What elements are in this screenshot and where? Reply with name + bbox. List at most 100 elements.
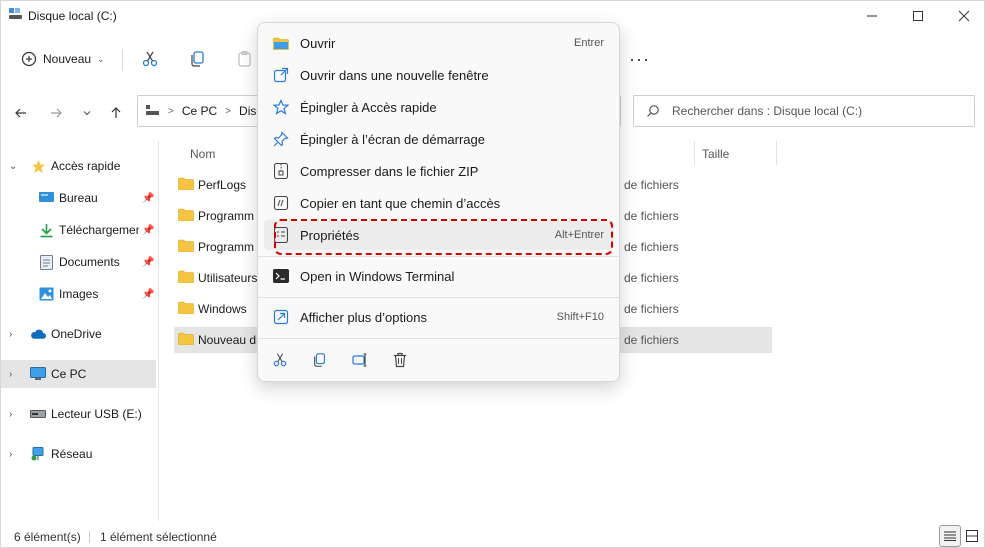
sidebar-item-label: OneDrive [51, 327, 102, 341]
sidebar-item-label: Accès rapide [51, 159, 121, 173]
window-title: Disque local (C:) [28, 9, 117, 23]
back-button[interactable] [10, 102, 32, 124]
highlight-annotation [274, 219, 613, 255]
menu-item-compresser-zip[interactable]: Compresser dans le fichier ZIP [264, 156, 614, 186]
column-header-taille[interactable]: Taille [702, 147, 729, 161]
menu-item-label: Copier en tant que chemin d’accès [300, 195, 501, 211]
forward-button[interactable] [45, 102, 67, 124]
monitor-icon [30, 366, 46, 382]
arrow-left-icon [15, 108, 26, 118]
recent-locations-button[interactable] [76, 102, 98, 124]
copy-icon [314, 353, 326, 367]
folder-icon [178, 208, 194, 224]
breadcrumb-ce-pc[interactable]: Ce PC [182, 104, 217, 118]
pc-icon [146, 105, 159, 115]
sidebar-item-onedrive[interactable]: › OneDrive [1, 320, 156, 348]
menu-item-plus-options[interactable]: Afficher plus d’options Shift+F10 [264, 302, 614, 332]
new-window-icon [272, 66, 290, 84]
maximize-icon [913, 11, 923, 21]
menu-item-ouvrir[interactable]: Ouvrir Entrer [264, 28, 614, 58]
rename-icon [352, 353, 367, 367]
folder-icon [178, 301, 194, 317]
sidebar-item-documents[interactable]: Documents 📌 [1, 248, 156, 276]
new-button[interactable]: Nouveau ⌄ [15, 45, 111, 73]
file-type: de fichiers [624, 302, 679, 316]
menu-item-label: Compresser dans le fichier ZIP [300, 163, 479, 179]
tiles-view-icon [966, 530, 978, 542]
sidebar-item-acces-rapide[interactable]: ⌄ Accès rapide [1, 152, 156, 180]
chevron-right-icon: › [9, 368, 13, 380]
pin-icon: 📌 [142, 224, 155, 236]
sidebar-item-label: Réseau [51, 447, 93, 461]
menu-cut-button[interactable] [269, 349, 291, 371]
pin-icon: 📌 [142, 256, 155, 268]
pin-icon: 📌 [142, 192, 155, 204]
breadcrumb-separator: > [225, 105, 232, 117]
file-type: de fichiers [624, 271, 679, 285]
more-options-button[interactable]: ··· [629, 49, 650, 70]
sidebar-item-bureau[interactable]: Bureau 📌 [1, 184, 156, 212]
paste-button[interactable] [233, 47, 257, 71]
menu-delete-button[interactable] [389, 349, 411, 371]
file-type: de fichiers [624, 209, 679, 223]
usb-drive-icon [30, 406, 46, 422]
pin-icon [272, 130, 290, 148]
column-header-nom[interactable]: Nom [190, 147, 215, 161]
file-name: Utilisateurs [198, 271, 258, 285]
folder-icon [178, 332, 194, 348]
maximize-button[interactable] [895, 1, 941, 31]
file-name: PerfLogs [198, 178, 247, 192]
menu-item-shortcut: Entrer [574, 37, 604, 49]
terminal-icon [272, 267, 290, 285]
status-bar: 6 élément(s) 1 élément sélectionné [1, 523, 985, 548]
menu-item-label: Épingler à Accès rapide [300, 99, 437, 115]
menu-item-ouvrir-nouvelle-fenetre[interactable]: Ouvrir dans une nouvelle fenêtre [264, 60, 614, 90]
sidebar-item-label: Lecteur USB (E:) [51, 407, 142, 421]
cut-button[interactable] [138, 47, 162, 71]
menu-copy-button[interactable] [309, 349, 331, 371]
menu-divider [258, 256, 619, 257]
tiles-view-button[interactable] [961, 525, 983, 547]
column-divider[interactable] [776, 141, 777, 165]
sidebar-item-telechargements[interactable]: Téléchargements 📌 [1, 216, 156, 244]
menu-item-label: Open in Windows Terminal [300, 268, 455, 284]
cut-icon [142, 51, 158, 67]
chevron-down-icon: ⌄ [97, 53, 105, 64]
plus-circle-icon [21, 51, 37, 67]
chevron-down-icon: ⌄ [9, 160, 18, 172]
close-icon [958, 10, 970, 22]
menu-item-copier-chemin[interactable]: Copier en tant que chemin d’accès [264, 188, 614, 218]
menu-rename-button[interactable] [349, 349, 371, 371]
drive-icon [8, 7, 24, 21]
sidebar-item-lecteur-usb[interactable]: › Lecteur USB (E:) [1, 400, 156, 428]
up-button[interactable] [105, 102, 127, 124]
search-input[interactable]: Rechercher dans : Disque local (C:) [633, 95, 975, 127]
menu-divider [258, 338, 619, 339]
item-count: 6 élément(s) [14, 530, 81, 544]
menu-item-label: Afficher plus d’options [300, 309, 427, 325]
more-options-icon [272, 308, 290, 326]
folder-icon [178, 239, 194, 255]
file-type: de fichiers [624, 240, 679, 254]
arrow-up-icon [111, 107, 121, 118]
chevron-right-icon: › [9, 408, 13, 420]
sidebar-item-ce-pc[interactable]: › Ce PC [1, 360, 156, 388]
sidebar-item-images[interactable]: Images 📌 [1, 280, 156, 308]
file-type: de fichiers [624, 178, 679, 192]
menu-item-shortcut: Shift+F10 [556, 311, 604, 323]
menu-item-epingler-acces-rapide[interactable]: Épingler à Accès rapide [264, 92, 614, 122]
close-button[interactable] [941, 1, 985, 31]
menu-item-windows-terminal[interactable]: Open in Windows Terminal [264, 261, 614, 291]
star-icon [30, 158, 46, 174]
column-divider[interactable] [694, 141, 695, 165]
menu-item-epingler-demarrage[interactable]: Épingler à l’écran de démarrage [264, 124, 614, 154]
sidebar-item-reseau[interactable]: › Réseau [1, 440, 156, 468]
copy-button[interactable] [186, 47, 210, 71]
minimize-button[interactable] [849, 1, 895, 31]
file-name: Programm [198, 240, 255, 254]
selection-count: 1 élément sélectionné [100, 530, 217, 544]
cloud-icon [30, 326, 46, 342]
zip-icon [272, 162, 290, 180]
details-view-button[interactable] [939, 525, 961, 547]
breadcrumb-separator: > [168, 105, 174, 117]
